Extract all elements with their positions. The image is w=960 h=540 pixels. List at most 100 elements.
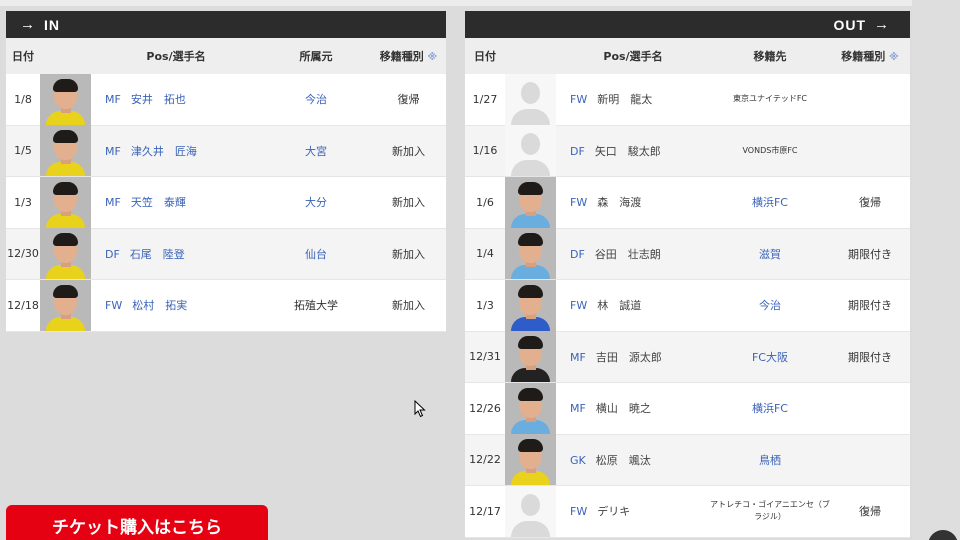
arrow-right-icon: → — [20, 16, 36, 33]
transfer-date: 12/22 — [469, 453, 501, 467]
player-link[interactable]: MF 吉田 源太郎 — [556, 349, 710, 365]
player-photo — [40, 73, 91, 125]
player-name: 矢口 駿太郎 — [594, 144, 661, 158]
player-position: FW — [570, 299, 588, 313]
transfer-date: 12/17 — [469, 504, 501, 518]
transfer-date: 1/16 — [472, 144, 498, 158]
player-photo — [505, 382, 556, 434]
player-photo — [505, 125, 556, 177]
transfer-date: 1/3 — [14, 195, 32, 209]
out-table-row: 1/3 FW 林 誠道 今治 期限付き — [465, 279, 910, 332]
player-position: MF — [105, 196, 121, 210]
player-name: 安井 拓也 — [130, 93, 186, 107]
player-name: 横山 暁之 — [595, 402, 651, 416]
player-name: 津久井 匠海 — [130, 144, 197, 158]
player-link[interactable]: MF 天笠 泰輝 — [91, 194, 261, 210]
in-header-bar: → IN — [6, 11, 446, 38]
club-link[interactable]: 滋賀 — [710, 246, 830, 262]
arrow-right-icon: → — [874, 16, 890, 33]
header-type: 移籍種別 ※ — [379, 50, 438, 63]
player-link[interactable]: DF 矢口 駿太郎 — [556, 143, 710, 159]
transfer-date: 12/30 — [7, 247, 39, 261]
player-name: 新明 龍太 — [597, 93, 653, 107]
transfer-type: 期限付き — [848, 350, 892, 364]
in-table-header: 日付 Pos/選手名 所属元 移籍種別 ※ — [6, 38, 446, 74]
club-link[interactable]: 横浜FC — [710, 194, 830, 210]
club-link[interactable]: 仙台 — [261, 246, 371, 262]
out-table-row: 12/17 FW デリキ アトレチコ・ゴイアニエンセ（ブラジル） 復帰 — [465, 485, 910, 538]
transfer-date: 1/8 — [14, 92, 32, 106]
top-strip — [0, 0, 960, 6]
transfer-in-panel: → IN 日付 Pos/選手名 所属元 移籍種別 ※ 1/8 MF 安井 拓也 今治 復… — [6, 11, 446, 332]
out-table-row: 1/6 FW 森 海渡 横浜FC 復帰 — [465, 176, 910, 229]
player-name: 吉田 源太郎 — [595, 350, 662, 364]
transfer-type: 復帰 — [397, 93, 420, 107]
player-position: DF — [105, 247, 120, 261]
player-photo — [505, 228, 556, 280]
transfer-type: 期限付き — [848, 299, 892, 313]
club-link: 拓殖大学 — [294, 299, 338, 313]
club-link[interactable]: 今治 — [261, 91, 371, 107]
player-photo — [505, 279, 556, 331]
out-table-row: 1/27 FW 新明 龍太 東京ユナイテッドFC — [465, 73, 910, 126]
out-table-row: 12/31 MF 吉田 源太郎 FC大阪 期限付き — [465, 331, 910, 383]
club-link[interactable]: 大分 — [261, 194, 371, 210]
header-type: 移籍種別 ※ — [841, 50, 899, 63]
transfer-type: 復帰 — [859, 505, 881, 519]
club-link[interactable]: 大宮 — [261, 143, 371, 159]
out-table-row: 12/22 GK 松原 颯汰 鳥栖 — [465, 434, 910, 486]
header-name: Pos/選手名 — [146, 50, 206, 63]
player-link[interactable]: FW 新明 龍太 — [556, 91, 710, 107]
header-club: 所属元 — [299, 50, 333, 63]
in-table-row: 1/5 MF 津久井 匠海 大宮 新加入 — [6, 125, 446, 177]
player-position: DF — [570, 247, 585, 261]
club-link[interactable]: 横浜FC — [710, 400, 830, 416]
header-name: Pos/選手名 — [603, 50, 663, 63]
player-name: 松原 颯汰 — [595, 453, 651, 467]
page-margin — [912, 0, 960, 540]
player-photo — [40, 279, 91, 331]
mouse-cursor-icon — [414, 400, 426, 418]
player-position: FW — [570, 505, 588, 519]
in-title: IN — [44, 16, 60, 33]
player-name: 松村 拓実 — [132, 299, 188, 313]
player-name: 天笠 泰輝 — [130, 196, 186, 210]
transfer-date: 1/3 — [476, 298, 494, 312]
player-photo — [40, 125, 91, 177]
player-photo — [505, 176, 556, 228]
player-link[interactable]: DF 石尾 陸登 — [91, 246, 261, 262]
player-link[interactable]: FW 森 海渡 — [556, 194, 710, 210]
player-link[interactable]: FW 松村 拓実 — [91, 297, 261, 313]
club-link[interactable]: 鳥栖 — [710, 452, 830, 468]
player-position: FW — [570, 93, 588, 107]
club-link[interactable]: FC大阪 — [710, 349, 830, 365]
player-name: 石尾 陸登 — [129, 247, 185, 261]
player-link[interactable]: MF 安井 拓也 — [91, 91, 261, 107]
player-link[interactable]: GK 松原 颯汰 — [556, 452, 710, 468]
player-position: MF — [570, 350, 586, 364]
in-table-row: 12/18 FW 松村 拓実 拓殖大学 新加入 — [6, 279, 446, 332]
out-table-row: 1/4 DF 谷田 壮志朗 滋賀 期限付き — [465, 228, 910, 280]
transfer-type: 期限付き — [848, 247, 892, 261]
in-table-row: 1/8 MF 安井 拓也 今治 復帰 — [6, 73, 446, 126]
club-link[interactable]: 今治 — [710, 297, 830, 313]
transfer-date: 1/27 — [472, 92, 498, 106]
header-date: 日付 — [474, 50, 496, 63]
player-photo — [505, 73, 556, 125]
transfer-out-panel: OUT → 日付 Pos/選手名 移籍先 移籍種別 ※ 1/27 FW 新明 龍太 東… — [465, 11, 910, 538]
transfer-type: 新加入 — [392, 144, 425, 158]
transfer-date: 1/5 — [14, 144, 32, 158]
player-photo — [40, 176, 91, 228]
player-link[interactable]: MF 横山 暁之 — [556, 400, 710, 416]
player-position: MF — [570, 402, 586, 416]
transfer-type: 新加入 — [392, 299, 425, 313]
transfer-date: 1/4 — [476, 247, 494, 261]
player-link[interactable]: FW 林 誠道 — [556, 297, 710, 313]
ticket-purchase-button[interactable]: チケット購入はこちら — [6, 505, 268, 540]
player-link[interactable]: DF 谷田 壮志朗 — [556, 246, 710, 262]
transfer-date: 1/6 — [476, 195, 494, 209]
player-link[interactable]: FW デリキ — [556, 503, 710, 519]
player-link[interactable]: MF 津久井 匠海 — [91, 143, 261, 159]
club-link: VONDS市原FC — [742, 145, 798, 155]
player-name: 林 誠道 — [597, 299, 642, 313]
